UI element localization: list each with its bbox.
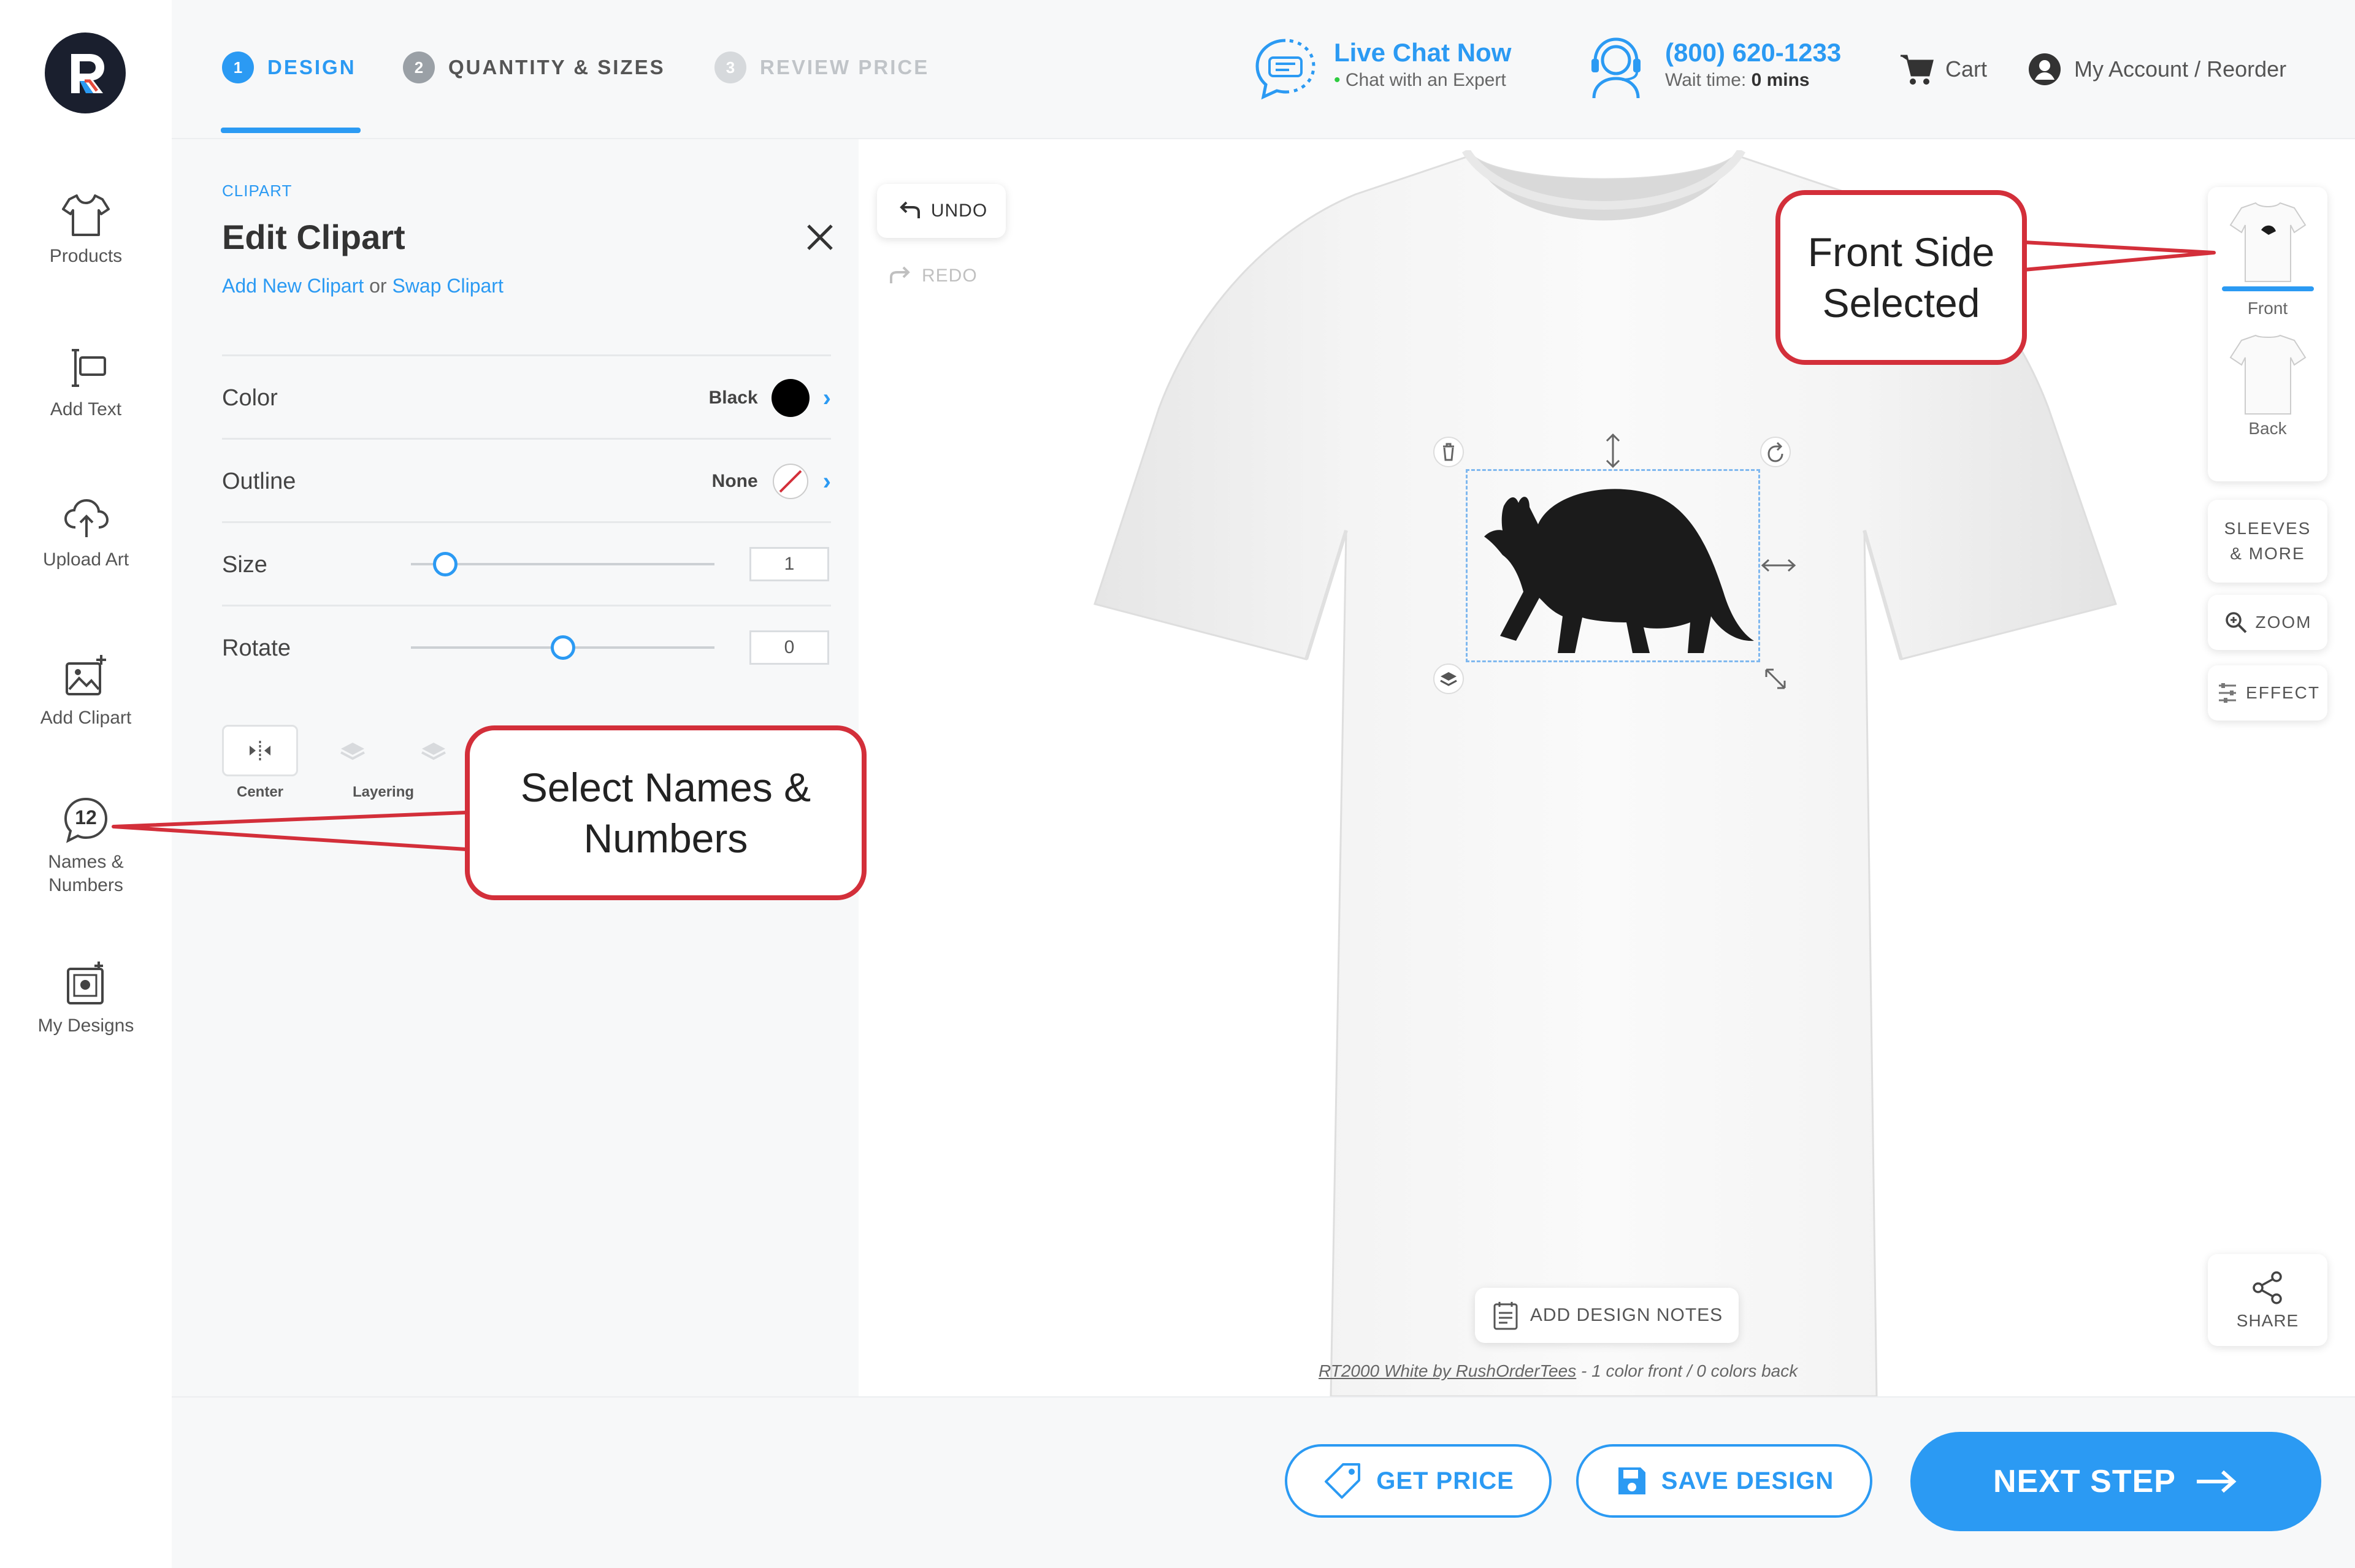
- callout-select-names-numbers: Select Names & Numbers: [465, 725, 867, 900]
- callout-front-side-selected: Front Side Selected: [1775, 190, 2027, 365]
